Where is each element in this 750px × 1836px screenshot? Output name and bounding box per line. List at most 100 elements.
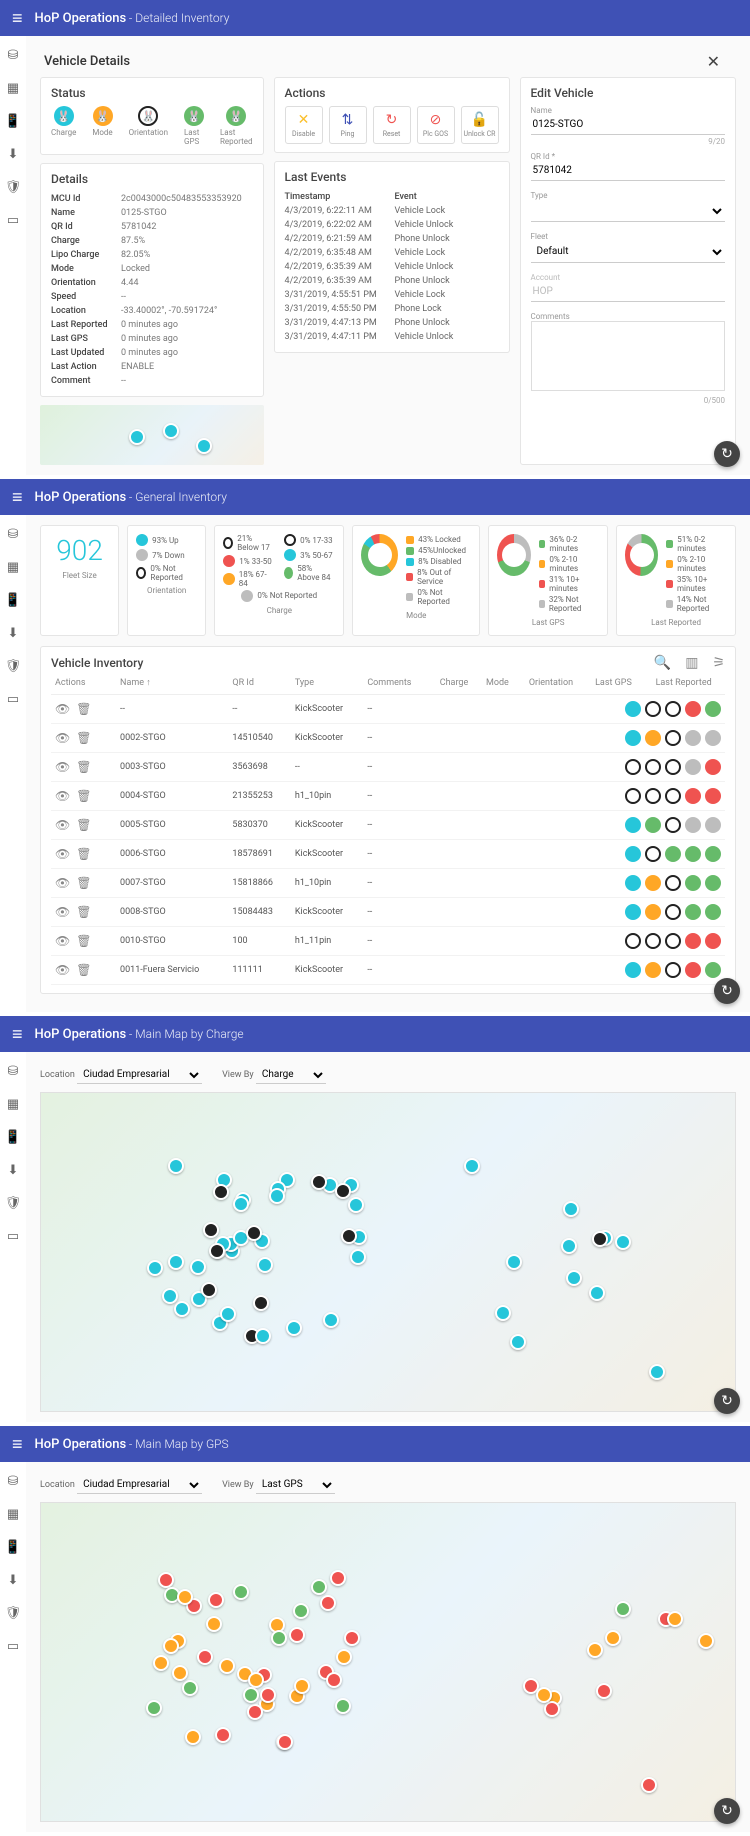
refresh-fab[interactable]: ↻ xyxy=(714,441,740,467)
map-pin[interactable] xyxy=(698,1633,714,1649)
map-pin[interactable] xyxy=(596,1683,612,1699)
view-icon[interactable]: 👁 xyxy=(55,876,76,890)
menu-icon[interactable]: ≡ xyxy=(12,8,23,29)
action-reset[interactable]: ↻Reset xyxy=(373,106,411,144)
map-pin[interactable] xyxy=(286,1320,302,1336)
map-pin[interactable] xyxy=(172,1665,188,1681)
delete-icon[interactable]: 🗑 xyxy=(76,789,97,803)
map-pin[interactable] xyxy=(253,1295,269,1311)
sidebar-item[interactable]: ⬇ xyxy=(8,626,19,641)
map-pin[interactable] xyxy=(544,1701,560,1717)
table-row[interactable]: 👁🗑0002-STGO14510540KickScooter-- xyxy=(51,724,725,753)
menu-icon[interactable]: ≡ xyxy=(12,1024,23,1045)
view-icon[interactable]: 👁 xyxy=(55,760,76,774)
map-pin[interactable] xyxy=(147,1260,163,1276)
sidebar-item[interactable]: 📱 xyxy=(5,114,21,129)
view-icon[interactable]: 👁 xyxy=(55,702,76,716)
table-row[interactable]: 👁🗑0005-STGO5830370KickScooter-- xyxy=(51,811,725,840)
map-pin[interactable] xyxy=(350,1249,366,1265)
map-pin[interactable] xyxy=(257,1257,273,1273)
map-pin[interactable] xyxy=(190,1259,206,1275)
map-pin[interactable] xyxy=(168,1254,184,1270)
map-pin[interactable] xyxy=(335,1183,351,1199)
view-icon[interactable]: 👁 xyxy=(55,818,76,832)
table-row[interactable]: 👁🗑0010-STGO100h1_11pin-- xyxy=(51,927,725,956)
sidebar-item[interactable]: ▭ xyxy=(7,1639,19,1654)
sidebar-item[interactable]: 📱 xyxy=(5,593,21,608)
table-row[interactable]: 👁🗑0008-STGO15084483KickScooter-- xyxy=(51,898,725,927)
delete-icon[interactable]: 🗑 xyxy=(76,905,97,919)
table-row[interactable]: 👁🗑0007-STGO15818866h1_10pin-- xyxy=(51,869,725,898)
map-pin[interactable] xyxy=(243,1687,259,1703)
map-pin[interactable] xyxy=(536,1687,552,1703)
map-pin[interactable] xyxy=(566,1270,582,1286)
map-pin[interactable] xyxy=(215,1727,231,1743)
delete-icon[interactable]: 🗑 xyxy=(76,818,97,832)
location-select[interactable]: Ciudad Empresarial xyxy=(77,1066,202,1084)
map-pin[interactable] xyxy=(248,1672,264,1688)
sidebar-item[interactable]: 📱 xyxy=(5,1540,21,1555)
map-pin[interactable] xyxy=(277,1734,293,1750)
map-pin[interactable] xyxy=(201,1282,217,1298)
map-pin[interactable] xyxy=(587,1642,603,1658)
map-pin[interactable] xyxy=(294,1678,310,1694)
map-pin[interactable] xyxy=(289,1627,305,1643)
refresh-fab[interactable]: ↻ xyxy=(714,978,740,1004)
view-icon[interactable]: 👁 xyxy=(55,934,76,948)
delete-icon[interactable]: 🗑 xyxy=(76,702,97,716)
sidebar-item[interactable]: ⬇ xyxy=(8,147,19,162)
sidebar-item[interactable]: 🛡 xyxy=(5,1196,22,1211)
map-pin[interactable] xyxy=(209,1243,225,1259)
sidebar-item[interactable]: ⬇ xyxy=(8,1163,19,1178)
sidebar-item[interactable]: ▦ xyxy=(7,81,19,96)
edit-fleet-select[interactable]: Default xyxy=(531,241,725,263)
map-pin[interactable] xyxy=(495,1305,511,1321)
map-pin[interactable] xyxy=(336,1649,352,1665)
sidebar-item[interactable]: ▦ xyxy=(7,560,19,575)
map-pin[interactable] xyxy=(323,1312,339,1328)
map-pin[interactable] xyxy=(177,1589,193,1605)
edit-name-input[interactable] xyxy=(531,115,725,135)
map-pin[interactable] xyxy=(182,1680,198,1696)
map-pin[interactable] xyxy=(203,1222,219,1238)
map-pin[interactable] xyxy=(163,1638,179,1654)
view-icon[interactable]: 👁 xyxy=(55,963,76,977)
delete-icon[interactable]: 🗑 xyxy=(76,847,97,861)
action-plc gos[interactable]: ⊘Plc GOS xyxy=(417,106,455,144)
filter-icon[interactable]: ⚞ xyxy=(712,655,725,671)
edit-comments-textarea[interactable] xyxy=(531,321,725,391)
map-pin[interactable] xyxy=(168,1158,184,1174)
map-pin[interactable] xyxy=(605,1630,621,1646)
map-pin[interactable] xyxy=(220,1306,236,1322)
view-icon[interactable]: 👁 xyxy=(55,731,76,745)
map-pin[interactable] xyxy=(641,1777,657,1793)
view-icon[interactable]: 👁 xyxy=(55,905,76,919)
map-pin[interactable] xyxy=(510,1334,526,1350)
menu-icon[interactable]: ≡ xyxy=(12,487,23,508)
map-pin[interactable] xyxy=(506,1254,522,1270)
delete-icon[interactable]: 🗑 xyxy=(76,934,97,948)
map-pin[interactable] xyxy=(615,1601,631,1617)
map-pin[interactable] xyxy=(344,1630,360,1646)
delete-icon[interactable]: 🗑 xyxy=(76,963,97,977)
map-pin[interactable] xyxy=(649,1364,665,1380)
map-pin[interactable] xyxy=(269,1188,285,1204)
map-pin[interactable] xyxy=(311,1579,327,1595)
map-pin[interactable] xyxy=(247,1704,263,1720)
sidebar-item[interactable]: 🛡 xyxy=(5,180,22,195)
map-pin[interactable] xyxy=(153,1655,169,1671)
map-pin[interactable] xyxy=(197,1649,213,1665)
map-pin[interactable] xyxy=(233,1196,249,1212)
map-pin[interactable] xyxy=(348,1197,364,1213)
close-icon[interactable]: ✕ xyxy=(707,52,720,71)
action-unlock cr[interactable]: 🔓Unlock CR xyxy=(461,106,499,144)
action-disable[interactable]: ✕Disable xyxy=(285,106,323,144)
map-pin[interactable] xyxy=(311,1174,327,1190)
viewby-select[interactable]: Last GPS xyxy=(256,1476,335,1494)
map-pin[interactable] xyxy=(330,1570,346,1586)
map-pin[interactable] xyxy=(320,1595,336,1611)
map-pin[interactable] xyxy=(464,1158,480,1174)
map-pin[interactable] xyxy=(561,1238,577,1254)
map-pin[interactable] xyxy=(326,1672,342,1688)
sidebar-item[interactable]: 📱 xyxy=(5,1130,21,1145)
